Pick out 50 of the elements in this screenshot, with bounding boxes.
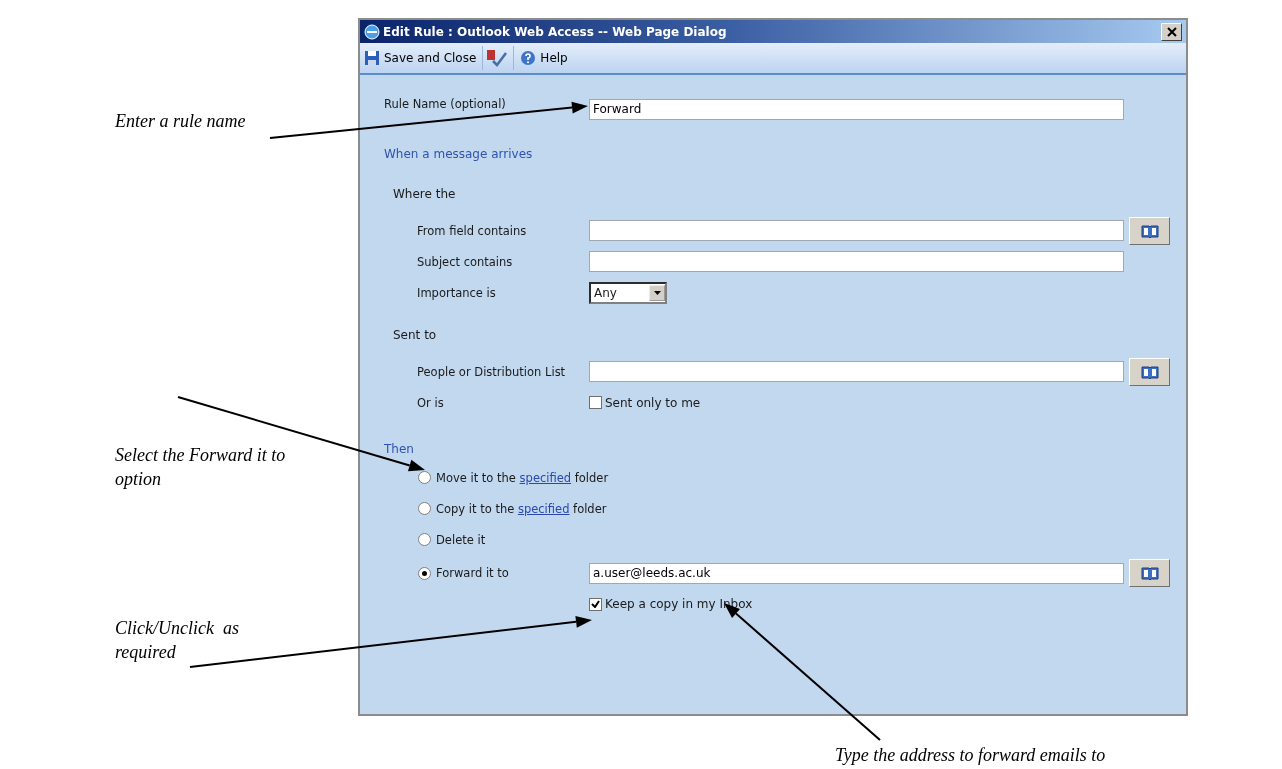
book-icon xyxy=(1140,223,1159,238)
field-label: Rule Name (optional) xyxy=(384,97,507,111)
option-label: Delete it xyxy=(436,532,486,547)
window-title: Edit Rule : Outlook Web Access -- Web Page Dialog xyxy=(383,24,728,39)
annotation-text: Type the address to forward emails to xyxy=(835,744,1106,767)
specified-link[interactable]: specified xyxy=(517,501,570,516)
checkbox[interactable] xyxy=(589,396,602,409)
radio-button[interactable] xyxy=(418,533,431,546)
section-heading: When a message arrives xyxy=(384,147,534,163)
help-icon xyxy=(520,50,537,66)
address-book-button[interactable] xyxy=(1129,357,1170,386)
checkbox-label: Sent only to me xyxy=(605,395,701,410)
address-book-button[interactable] xyxy=(1129,559,1170,587)
rule-name-field[interactable]: Forward xyxy=(589,98,1124,120)
field-label: Importance is xyxy=(417,285,497,300)
radio-button[interactable] xyxy=(418,471,431,484)
text-field[interactable] xyxy=(589,361,1124,382)
field-label: From field contains xyxy=(417,223,528,238)
annotation-text: Click/Unclick as required xyxy=(115,617,240,664)
checkbox-label: Keep a copy in my Inbox xyxy=(605,597,753,611)
check-mark-icon xyxy=(485,49,508,67)
field-label: Subject contains xyxy=(417,254,514,269)
close-icon xyxy=(1166,26,1177,37)
save-and-close-button[interactable]: Save and Close xyxy=(362,46,484,70)
group-title: Where the xyxy=(393,187,457,203)
group-title: Sent to xyxy=(393,328,438,344)
radio-button[interactable] xyxy=(418,502,431,515)
annotation-text: Enter a rule name xyxy=(115,110,246,133)
text-field[interactable] xyxy=(589,251,1124,272)
check-icon xyxy=(591,600,600,608)
specified-link[interactable]: specified xyxy=(519,470,572,485)
forward-address-field[interactable]: a.user@leeds.ac.uk xyxy=(589,562,1124,584)
option-label: Move it to the specified folder xyxy=(436,470,609,485)
field-label: People or Distribution List xyxy=(417,364,567,379)
close-button[interactable] xyxy=(1161,22,1182,41)
importance-dropdown[interactable]: Any xyxy=(589,281,667,304)
annotation-text: Select the Forward it to option xyxy=(115,444,287,491)
text-field[interactable] xyxy=(589,220,1124,241)
section-heading: Then xyxy=(384,442,415,458)
option-label: Forward it to xyxy=(436,566,510,580)
address-book-button[interactable] xyxy=(1129,216,1170,245)
field-label: Or is xyxy=(417,395,445,410)
checkbox[interactable] xyxy=(589,597,602,611)
save-icon xyxy=(364,50,380,66)
help-button[interactable]: Help xyxy=(514,46,574,70)
dropdown-arrow-icon xyxy=(653,290,661,295)
radio-button[interactable] xyxy=(418,566,431,580)
book-icon xyxy=(1140,364,1159,379)
book-icon xyxy=(1140,566,1159,580)
option-label: Copy it to the specified folder xyxy=(436,501,607,516)
